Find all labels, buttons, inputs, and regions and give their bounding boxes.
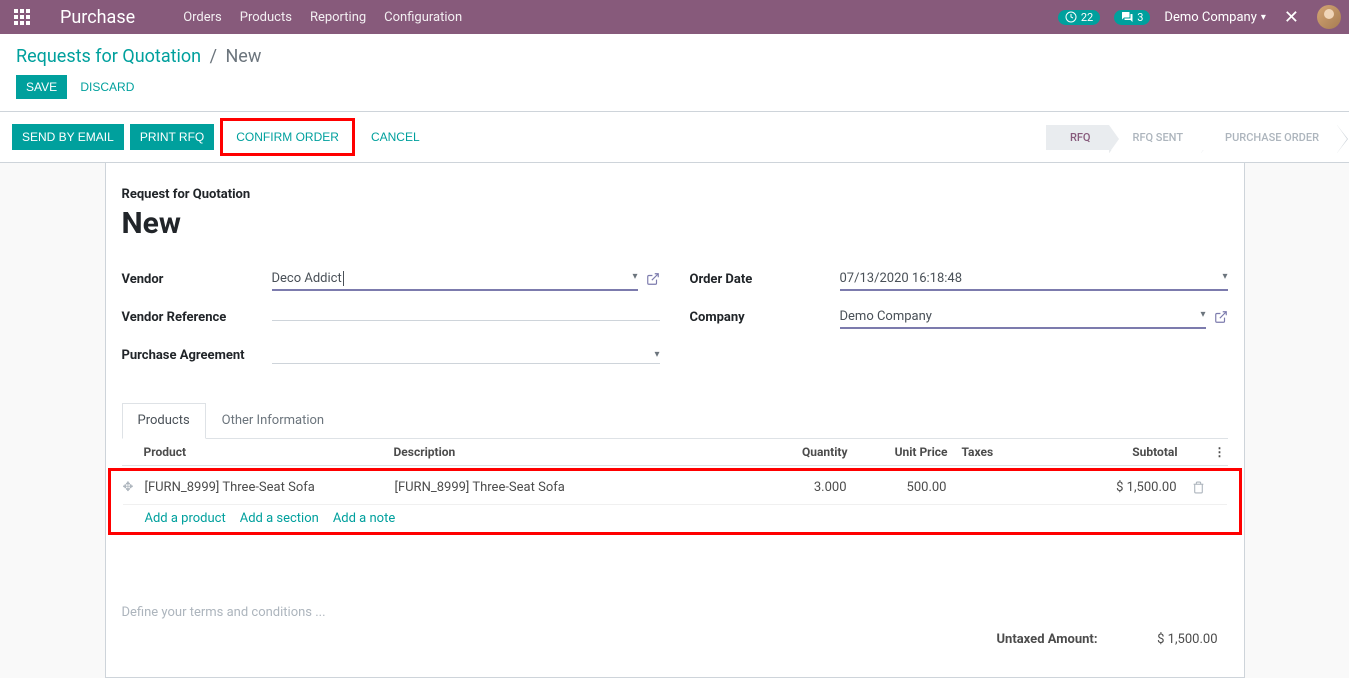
cancel-button[interactable]: CANCEL [361, 124, 430, 150]
navbar-right: 22 3 Demo Company ▾ ✕ [1058, 5, 1341, 29]
form-title: New [122, 206, 1228, 241]
send-by-email-button[interactable]: SEND BY EMAIL [12, 124, 124, 150]
order-date-field[interactable]: 07/13/2020 16:18:48 ▾ [840, 268, 1228, 291]
drag-handle-icon[interactable]: ✥ [123, 480, 145, 495]
trash-icon[interactable] [1187, 480, 1211, 495]
status-rfq[interactable]: RFQ [1046, 125, 1109, 150]
add-product-link[interactable]: Add a product [145, 511, 226, 526]
activities-badge[interactable]: 22 [1058, 10, 1100, 25]
form-fields: Vendor Deco Addict ▾ Vendor Reference [122, 265, 1228, 379]
terms-field[interactable]: Define your terms and conditions ... [122, 605, 1228, 620]
th-product: Product [144, 445, 394, 459]
confirm-order-button[interactable]: CONFIRM ORDER [226, 124, 349, 150]
label-purchase-agreement: Purchase Agreement [122, 348, 272, 363]
cell-unit-price[interactable]: 500.00 [847, 480, 947, 495]
form-subtitle: Request for Quotation [122, 187, 1228, 202]
form-col-right: Order Date 07/13/2020 16:18:48 ▾ Company… [690, 265, 1228, 379]
menu-orders[interactable]: Orders [183, 10, 222, 25]
status-rfq-sent[interactable]: RFQ SENT [1109, 125, 1202, 150]
external-link-icon[interactable] [646, 271, 660, 287]
status-purchase-order[interactable]: PURCHASE ORDER [1201, 125, 1337, 150]
company-field[interactable]: Demo Company ▾ [840, 306, 1206, 329]
user-avatar[interactable] [1317, 5, 1341, 29]
breadcrumb-root[interactable]: Requests for Quotation [16, 46, 201, 67]
th-description: Description [394, 445, 748, 459]
caret-down-icon: ▾ [1261, 12, 1266, 23]
menu-reporting[interactable]: Reporting [310, 10, 366, 25]
th-quantity: Quantity [748, 445, 848, 459]
label-vendor-ref: Vendor Reference [122, 310, 272, 325]
add-note-link[interactable]: Add a note [333, 511, 395, 526]
navbar-left: Purchase Orders Products Reporting Confi… [8, 7, 462, 28]
add-section-link[interactable]: Add a section [240, 511, 319, 526]
label-vendor: Vendor [122, 272, 272, 287]
purchase-agreement-field[interactable]: ▾ [272, 346, 660, 364]
print-rfq-button[interactable]: PRINT RFQ [130, 124, 214, 150]
vendor-ref-field[interactable] [272, 314, 660, 321]
form-wrapper: Request for Quotation New Vendor Deco Ad… [0, 163, 1349, 678]
th-subtotal: Subtotal [1048, 445, 1188, 459]
cell-quantity[interactable]: 3.000 [747, 480, 847, 495]
th-unit-price: Unit Price [848, 445, 948, 459]
highlight-order-line: ✥ [FURN_8999] Three-Seat Sofa [FURN_8999… [108, 468, 1242, 535]
clock-icon [1065, 11, 1077, 23]
app-name[interactable]: Purchase [60, 7, 135, 28]
cell-description[interactable]: [FURN_8999] Three-Seat Sofa [395, 480, 747, 495]
top-navbar: Purchase Orders Products Reporting Confi… [0, 0, 1349, 34]
menu-products[interactable]: Products [240, 10, 292, 25]
caret-down-icon: ▾ [654, 349, 659, 360]
company-value: Demo Company [840, 309, 932, 324]
caret-down-icon: ▾ [632, 271, 637, 282]
vendor-field[interactable]: Deco Addict ▾ [272, 268, 638, 291]
totals: Untaxed Amount: $ 1,500.00 [122, 626, 1228, 653]
table-footer-links: Add a product Add a section Add a note [123, 505, 1227, 532]
breadcrumb-separator: / [210, 46, 217, 67]
messages-count: 3 [1137, 11, 1143, 24]
status-steps: RFQ RFQ SENT PURCHASE ORDER [1046, 125, 1337, 150]
discard-button[interactable]: DISCARD [70, 75, 144, 99]
label-company: Company [690, 310, 840, 325]
untaxed-amount-label: Untaxed Amount: [996, 632, 1097, 647]
form-sheet: Request for Quotation New Vendor Deco Ad… [105, 163, 1245, 678]
vendor-value: Deco Addict [272, 271, 342, 286]
order-lines-table: Product Description Quantity Unit Price … [122, 439, 1228, 535]
action-buttons: SEND BY EMAIL PRINT RFQ CONFIRM ORDER CA… [12, 118, 430, 156]
breadcrumb-current: New [225, 46, 261, 67]
order-date-value: 07/13/2020 16:18:48 [840, 271, 963, 286]
table-row[interactable]: ✥ [FURN_8999] Three-Seat Sofa [FURN_8999… [123, 471, 1227, 505]
kebab-icon[interactable]: ⋮ [1212, 445, 1228, 459]
table-header: Product Description Quantity Unit Price … [122, 439, 1228, 466]
comments-icon [1121, 11, 1133, 23]
control-panel: Requests for Quotation / New SAVE DISCAR… [0, 34, 1349, 112]
statusbar-row: SEND BY EMAIL PRINT RFQ CONFIRM ORDER CA… [0, 112, 1349, 163]
activities-count: 22 [1081, 11, 1093, 24]
company-name: Demo Company [1164, 10, 1256, 25]
th-taxes: Taxes [948, 445, 1048, 459]
menu-configuration[interactable]: Configuration [384, 10, 462, 25]
tab-other-information[interactable]: Other Information [206, 403, 340, 438]
external-link-icon[interactable] [1214, 309, 1228, 325]
close-icon[interactable]: ✕ [1280, 7, 1303, 28]
caret-down-icon: ▾ [1222, 271, 1227, 282]
messages-badge[interactable]: 3 [1114, 10, 1150, 25]
save-button[interactable]: SAVE [16, 75, 67, 99]
form-col-left: Vendor Deco Addict ▾ Vendor Reference [122, 265, 660, 379]
untaxed-amount-value: $ 1,500.00 [1138, 632, 1218, 647]
cell-subtotal: $ 1,500.00 [1047, 480, 1187, 495]
form-tabs: Products Other Information [122, 403, 1228, 439]
cell-product[interactable]: [FURN_8999] Three-Seat Sofa [145, 480, 395, 495]
highlight-confirm-order: CONFIRM ORDER [220, 118, 355, 156]
label-order-date: Order Date [690, 272, 840, 287]
tab-products[interactable]: Products [122, 403, 206, 439]
cp-buttons: SAVE DISCARD [16, 75, 1333, 99]
caret-down-icon: ▾ [1200, 309, 1205, 320]
apps-icon[interactable] [14, 9, 32, 25]
company-selector[interactable]: Demo Company ▾ [1164, 10, 1265, 25]
breadcrumb: Requests for Quotation / New [16, 46, 1333, 67]
